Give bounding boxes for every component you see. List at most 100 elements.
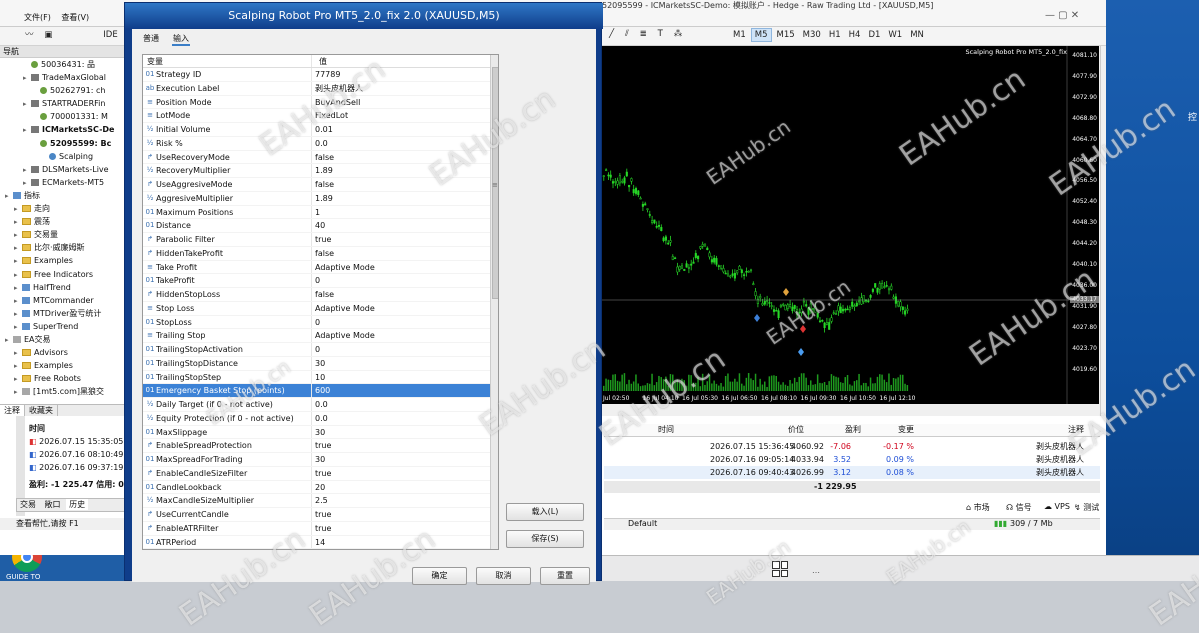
menu-file[interactable]: 文件(F) — [24, 13, 51, 22]
param-row[interactable]: ½ MaxCandleSizeMultiplier 2.5 — [143, 494, 498, 508]
param-value[interactable]: 10 — [315, 371, 325, 385]
navigator-item[interactable]: 50262791: ch — [0, 84, 124, 97]
param-row[interactable]: 01 ATRPeriod 14 — [143, 535, 498, 549]
tab-trade[interactable]: 交易 — [17, 499, 39, 510]
tab-common[interactable]: 普通 — [142, 33, 160, 44]
tab-signals[interactable]: ☊ 信号 — [1006, 502, 1032, 513]
param-row[interactable]: ↱ EnableSpreadProtection true — [143, 439, 498, 453]
param-value[interactable]: false — [315, 288, 334, 302]
param-row[interactable]: 01 TrailingStopActivation 0 — [143, 343, 498, 357]
chart-type-icon[interactable]: 〰 — [22, 27, 37, 41]
windows-start-icon[interactable] — [772, 561, 788, 577]
param-value[interactable]: 30 — [315, 357, 325, 371]
param-row[interactable]: ↱ HiddenStopLoss false — [143, 288, 498, 302]
menu-view[interactable]: 查看(V) — [61, 13, 89, 22]
param-value[interactable]: 0.0 — [315, 398, 328, 412]
param-row[interactable]: ½ Risk % 0.0 — [143, 136, 498, 151]
col-time[interactable]: 时间 — [658, 424, 674, 435]
param-row[interactable]: ½ RecoveryMultiplier 1.89 — [143, 164, 498, 178]
left-log-row[interactable]: ◧ 2026.07.16 08:10:49 — [29, 448, 125, 461]
tab-vps[interactable]: ☁ VPS — [1044, 502, 1070, 511]
navigator-item[interactable]: ▸ DLSMarkets-Live — [0, 163, 124, 176]
param-value[interactable]: FixedLot — [315, 109, 348, 123]
tab-inputs[interactable]: 输入 — [172, 33, 190, 46]
param-value[interactable]: 0.0 — [315, 412, 328, 426]
navigator-item[interactable]: ▸ 震荡 — [0, 215, 124, 228]
param-value[interactable]: false — [315, 247, 334, 261]
navigator-item[interactable]: 52095599: Bc — [0, 137, 124, 150]
navigator-item[interactable]: ▸ 比尔·威廉姆斯 — [0, 241, 124, 254]
navigator-item[interactable]: ▸ Examples — [0, 359, 124, 372]
candlestick-chart[interactable] — [601, 46, 1099, 404]
param-value[interactable]: BuyAndSell — [315, 96, 360, 110]
trade-row[interactable]: 2026.07.16 09:05:14 4033.94 3.52 0.09 % 剥头皮机… — [604, 453, 1100, 466]
expand-icon[interactable]: ▸ — [14, 360, 22, 372]
param-value[interactable]: true — [315, 508, 331, 522]
param-value[interactable]: Adaptive Mode — [315, 302, 375, 316]
left-log-row[interactable]: ◧ 2026.07.16 09:37:19 — [29, 461, 125, 474]
expand-icon[interactable]: ▸ — [14, 373, 22, 385]
tab-notes[interactable]: 注释 — [0, 405, 25, 416]
expand-icon[interactable]: ▸ — [23, 177, 31, 189]
expand-icon[interactable]: ▸ — [14, 282, 22, 294]
navigator-item[interactable]: ▸ SuperTrend — [0, 320, 124, 333]
param-value[interactable]: 0 — [315, 316, 320, 330]
col-change[interactable]: 变更 — [854, 424, 914, 435]
param-row[interactable]: ≡ Take Profit Adaptive Mode — [143, 260, 498, 275]
param-row[interactable]: ↱ UseCurrentCandle true — [143, 508, 498, 522]
param-row[interactable]: 01 TrailingStopDistance 30 — [143, 356, 498, 371]
param-value[interactable]: 30 — [315, 453, 325, 467]
expand-icon[interactable]: ▸ — [23, 98, 31, 110]
param-row[interactable]: 01 StopLoss 0 — [143, 315, 498, 330]
param-row[interactable]: ≡ Trailing Stop Adaptive Mode — [143, 329, 498, 343]
timeframe-w1[interactable]: W1 — [885, 29, 905, 41]
timeframe-m5[interactable]: M5 — [750, 28, 772, 42]
tab-tester[interactable]: ↯ 测试 — [1074, 502, 1099, 513]
navigator-item[interactable]: ▸ Advisors — [0, 346, 124, 359]
load-button[interactable]: 载入(L) — [506, 503, 584, 521]
param-value[interactable]: 1.89 — [315, 164, 333, 178]
navigator-item[interactable]: 50036431: 品 — [0, 58, 124, 71]
timeframe-h4[interactable]: H4 — [846, 29, 864, 41]
col-comment[interactable]: 注释 — [1068, 424, 1084, 435]
param-value[interactable]: true — [315, 467, 331, 481]
param-row[interactable]: ½ Daily Target (if 0 - not active) 0.0 — [143, 398, 498, 412]
param-row[interactable]: ½ Initial Volume 0.01 — [143, 123, 498, 137]
expand-icon[interactable]: ▸ — [14, 229, 22, 241]
expand-icon[interactable]: ▸ — [14, 242, 22, 254]
param-value[interactable]: 1 — [315, 206, 320, 220]
navigator-item[interactable]: ▸ 走向 — [0, 202, 124, 215]
param-value[interactable]: 2.5 — [315, 494, 328, 508]
navigator-item[interactable]: ▸ 交易量 — [0, 228, 124, 241]
param-row[interactable]: 01 TrailingStopStep 10 — [143, 370, 498, 385]
param-row[interactable]: ↱ EnableATRFilter true — [143, 521, 498, 536]
param-row[interactable]: ab Execution Label 剥头皮机器人 — [143, 81, 498, 96]
timeframe-h1[interactable]: H1 — [826, 29, 844, 41]
expand-icon[interactable]: ▸ — [23, 164, 31, 176]
param-value[interactable]: 1.89 — [315, 192, 333, 206]
param-row[interactable]: ↱ UseAggresiveMode false — [143, 178, 498, 192]
param-row[interactable]: 01 Maximum Positions 1 — [143, 205, 498, 220]
param-value[interactable]: 30 — [315, 426, 325, 440]
tab-favorites[interactable]: 收藏夹 — [25, 405, 58, 416]
expand-icon[interactable]: ▸ — [23, 72, 31, 84]
tab-exposure[interactable]: 敞口 — [42, 499, 64, 510]
param-row[interactable]: ≡ Stop Loss Adaptive Mode — [143, 301, 498, 316]
param-row[interactable]: 01 MaxSlippage 30 — [143, 425, 498, 440]
line-tool-icon[interactable]: ╱ — [606, 28, 617, 40]
param-row[interactable]: 01 Emergency Basket Stop (points) 600 — [143, 384, 498, 398]
grid-scrollbar[interactable]: ≡ — [490, 55, 498, 549]
ide-button[interactable]: IDE — [100, 29, 120, 41]
left-log-row[interactable]: ◧ 2026.07.15 15:35:05 — [29, 435, 125, 448]
trade-marker[interactable] — [783, 288, 789, 296]
expand-icon[interactable]: ▸ — [14, 216, 22, 228]
param-row[interactable]: 01 CandleLookback 20 — [143, 480, 498, 495]
cancel-button[interactable]: 取消 — [476, 567, 531, 585]
expand-icon[interactable]: ▸ — [14, 386, 22, 398]
col-value[interactable]: 值 — [319, 55, 327, 68]
param-row[interactable]: ≡ Position Mode BuyAndSell — [143, 95, 498, 110]
param-value[interactable]: 0 — [315, 274, 320, 288]
col-profit[interactable]: 盈利 — [804, 424, 861, 435]
template-icon[interactable]: ▣ — [41, 29, 55, 41]
expand-icon[interactable]: ▸ — [23, 124, 31, 136]
